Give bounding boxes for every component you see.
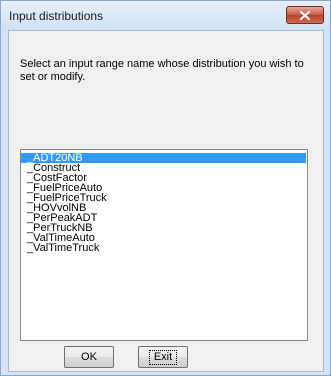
ok-button[interactable]: OK [64,346,114,368]
window-title: Input distributions [9,9,104,23]
title-bar[interactable]: Input distributions [1,1,330,30]
exit-button[interactable]: Exit [138,346,188,368]
instruction-text: Select an input range name whose distrib… [20,58,304,83]
range-name-listbox[interactable]: _ADT20NB _Construct _CostFactor _FuelPri… [20,149,308,341]
list-item[interactable]: _ValTimeTruck [21,243,306,254]
dialog-window: Input distributions Select an input rang… [0,0,331,376]
dialog-body: Select an input range name whose distrib… [8,30,324,372]
exit-button-label: Exit [148,349,178,365]
ok-button-label: OK [81,351,97,363]
close-icon [300,10,310,20]
close-button[interactable] [286,6,324,24]
